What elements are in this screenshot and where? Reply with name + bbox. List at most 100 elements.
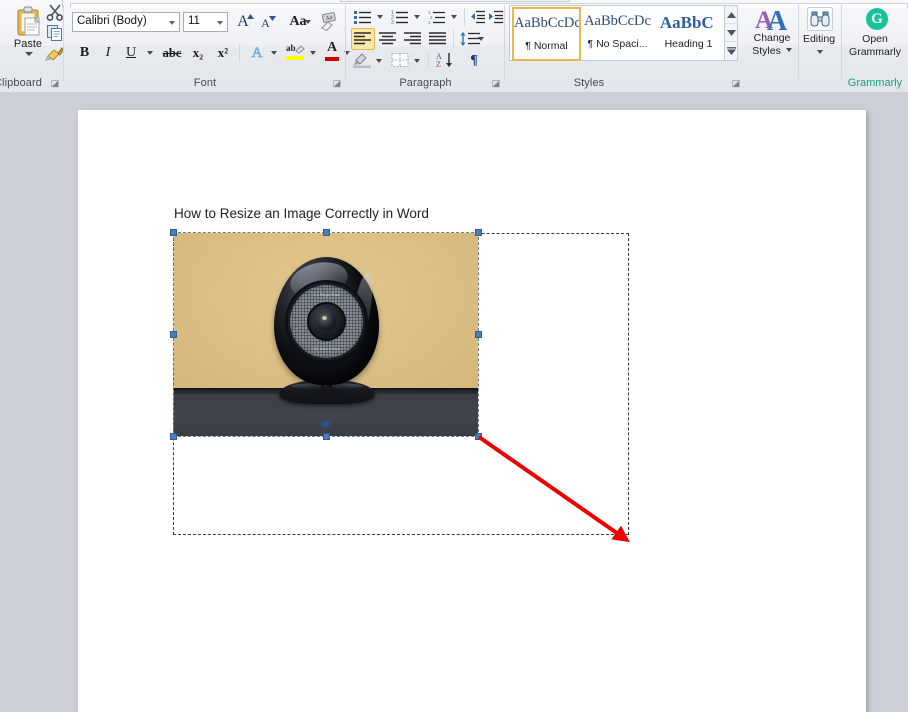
more-styles-button[interactable] xyxy=(725,42,738,60)
resize-handle-middle-right[interactable] xyxy=(475,331,482,338)
style-preview: AaBbCcDc xyxy=(514,15,579,31)
scroll-down-button[interactable] xyxy=(725,24,738,42)
change-case-label: Aa xyxy=(289,14,307,29)
resize-handle-top-left[interactable] xyxy=(170,229,177,236)
selection-border xyxy=(173,232,479,437)
group-clipboard: Paste Clipboard xyxy=(0,0,64,92)
text-effects-label: A xyxy=(251,45,263,62)
font-size-combo[interactable]: 11 xyxy=(183,12,228,32)
text-effects-button[interactable]: A xyxy=(246,42,268,64)
change-styles-label-2: Styles xyxy=(743,45,801,58)
chevron-down-icon xyxy=(169,21,175,25)
grow-font-button[interactable]: A xyxy=(232,11,254,33)
highlight-color-button[interactable]: ab xyxy=(283,42,307,64)
grammarly-logo-letter: G xyxy=(871,11,883,27)
bullets-dropdown[interactable] xyxy=(374,6,386,28)
resize-handle-top-right[interactable] xyxy=(475,229,482,236)
group-label-font: Font xyxy=(193,77,217,89)
svg-text:1: 1 xyxy=(428,20,431,24)
change-case-button[interactable]: Aa xyxy=(283,11,313,33)
resize-handle-bottom-right[interactable] xyxy=(475,433,482,440)
resize-handle-top-center[interactable] xyxy=(323,229,330,236)
style-gallery: AaBbCcDc ¶ Normal AaBbCcDc ¶ No Spaci...… xyxy=(509,5,725,61)
borders-dropdown[interactable] xyxy=(411,50,423,72)
highlight-dropdown[interactable] xyxy=(307,42,320,64)
shrink-font-button[interactable]: A xyxy=(255,11,276,33)
scroll-up-button[interactable] xyxy=(725,6,738,24)
clipboard-dialog-launcher[interactable]: ◪ xyxy=(50,78,60,88)
resize-handle-middle-left[interactable] xyxy=(170,331,177,338)
bullets-button[interactable] xyxy=(352,6,374,28)
underline-label: U xyxy=(125,45,137,60)
style-item-no-spacing[interactable]: AaBbCcDc ¶ No Spaci... xyxy=(583,7,652,61)
clear-formatting-button[interactable]: Aa xyxy=(317,10,341,34)
strikethrough-button[interactable]: abc xyxy=(159,42,185,64)
paste-dropdown-arrow[interactable] xyxy=(25,52,33,56)
line-spacing-button[interactable] xyxy=(458,28,484,50)
editing-button[interactable]: Editing xyxy=(798,4,840,66)
superscript-label: x² xyxy=(217,45,229,60)
font-name-value: Calibri (Body) xyxy=(77,15,147,27)
change-styles-icon: A A xyxy=(755,6,788,37)
sort-button[interactable]: A Z xyxy=(434,50,458,72)
align-right-button[interactable] xyxy=(401,28,425,50)
borders-button[interactable] xyxy=(389,50,411,72)
style-name: ¶ Normal xyxy=(525,40,568,52)
group-font: Calibri (Body) 11 A A Aa Aa B I U abc x₂… xyxy=(64,0,350,92)
subscript-button[interactable]: x₂ xyxy=(186,42,210,64)
change-styles-button[interactable]: A A Change Styles xyxy=(743,4,801,66)
group-label-styles: Styles xyxy=(573,77,605,89)
decrease-indent-button[interactable] xyxy=(469,6,487,28)
grammarly-logo-icon: G xyxy=(866,8,888,30)
pilcrow-icon: ¶ xyxy=(470,53,478,68)
bold-button[interactable]: B xyxy=(73,42,96,64)
show-formatting-marks-button[interactable]: ¶ xyxy=(464,50,484,72)
shading-button[interactable] xyxy=(351,50,373,72)
font-color-button[interactable]: A xyxy=(322,40,342,64)
font-size-value: 11 xyxy=(188,15,200,27)
chevron-down-icon xyxy=(217,21,223,25)
multilevel-list-button[interactable]: 121 xyxy=(426,6,448,28)
superscript-button[interactable]: x² xyxy=(211,42,235,64)
subscript-label: x₂ xyxy=(192,45,204,60)
resize-handle-bottom-center[interactable] xyxy=(323,433,330,440)
font-color-label: A xyxy=(326,40,338,55)
open-grammarly-label-1: Open xyxy=(862,33,888,45)
document-heading-text: How to Resize an Image Correctly in Word xyxy=(174,206,429,221)
multilevel-list-dropdown[interactable] xyxy=(448,6,460,28)
underline-dropdown[interactable] xyxy=(143,42,157,64)
shading-dropdown[interactable] xyxy=(373,50,385,72)
group-grammarly: G Open Grammarly Grammarly xyxy=(842,0,908,92)
group-editing: Editing xyxy=(795,0,842,92)
numbering-dropdown[interactable] xyxy=(411,6,423,28)
underline-button[interactable]: U xyxy=(120,42,142,64)
italic-button[interactable]: I xyxy=(97,42,119,64)
resize-handle-bottom-left[interactable] xyxy=(170,433,177,440)
open-grammarly-button[interactable]: G Open Grammarly xyxy=(844,4,906,66)
group-label-grammarly: Grammarly xyxy=(847,77,903,89)
align-left-button[interactable] xyxy=(351,28,375,50)
document-canvas: How to Resize an Image Correctly in Word xyxy=(0,92,908,712)
italic-label: I xyxy=(105,45,111,60)
style-name: ¶ No Spaci... xyxy=(587,38,648,50)
webcam-photo[interactable]: 1.3 Mega Pixel HD Auto Focus xyxy=(170,229,482,440)
bold-label: B xyxy=(79,45,90,60)
strikethrough-label: abc xyxy=(162,46,182,60)
font-name-combo[interactable]: Calibri (Body) xyxy=(72,12,180,32)
svg-text:3: 3 xyxy=(391,20,394,24)
text-effects-dropdown[interactable] xyxy=(268,42,281,64)
align-center-button[interactable] xyxy=(376,28,400,50)
style-item-heading-1[interactable]: AaBbC Heading 1 xyxy=(654,7,723,61)
justify-button[interactable] xyxy=(426,28,450,50)
word-ribbon: Paste Clipboard xyxy=(0,0,908,93)
document-page[interactable]: How to Resize an Image Correctly in Word xyxy=(78,110,866,712)
open-grammarly-label-2: Grammarly xyxy=(849,46,901,58)
style-item-normal[interactable]: AaBbCcDc ¶ Normal xyxy=(512,7,581,61)
clipboard-icon xyxy=(16,6,42,38)
style-preview: AaBbCcDc xyxy=(584,13,651,29)
style-gallery-scrollbar[interactable] xyxy=(725,5,738,61)
numbering-button[interactable]: 123 xyxy=(389,6,411,28)
font-dialog-launcher[interactable]: ◪ xyxy=(332,78,342,88)
increase-indent-button[interactable] xyxy=(487,6,505,28)
styles-dialog-launcher[interactable]: ◪ xyxy=(731,78,741,88)
